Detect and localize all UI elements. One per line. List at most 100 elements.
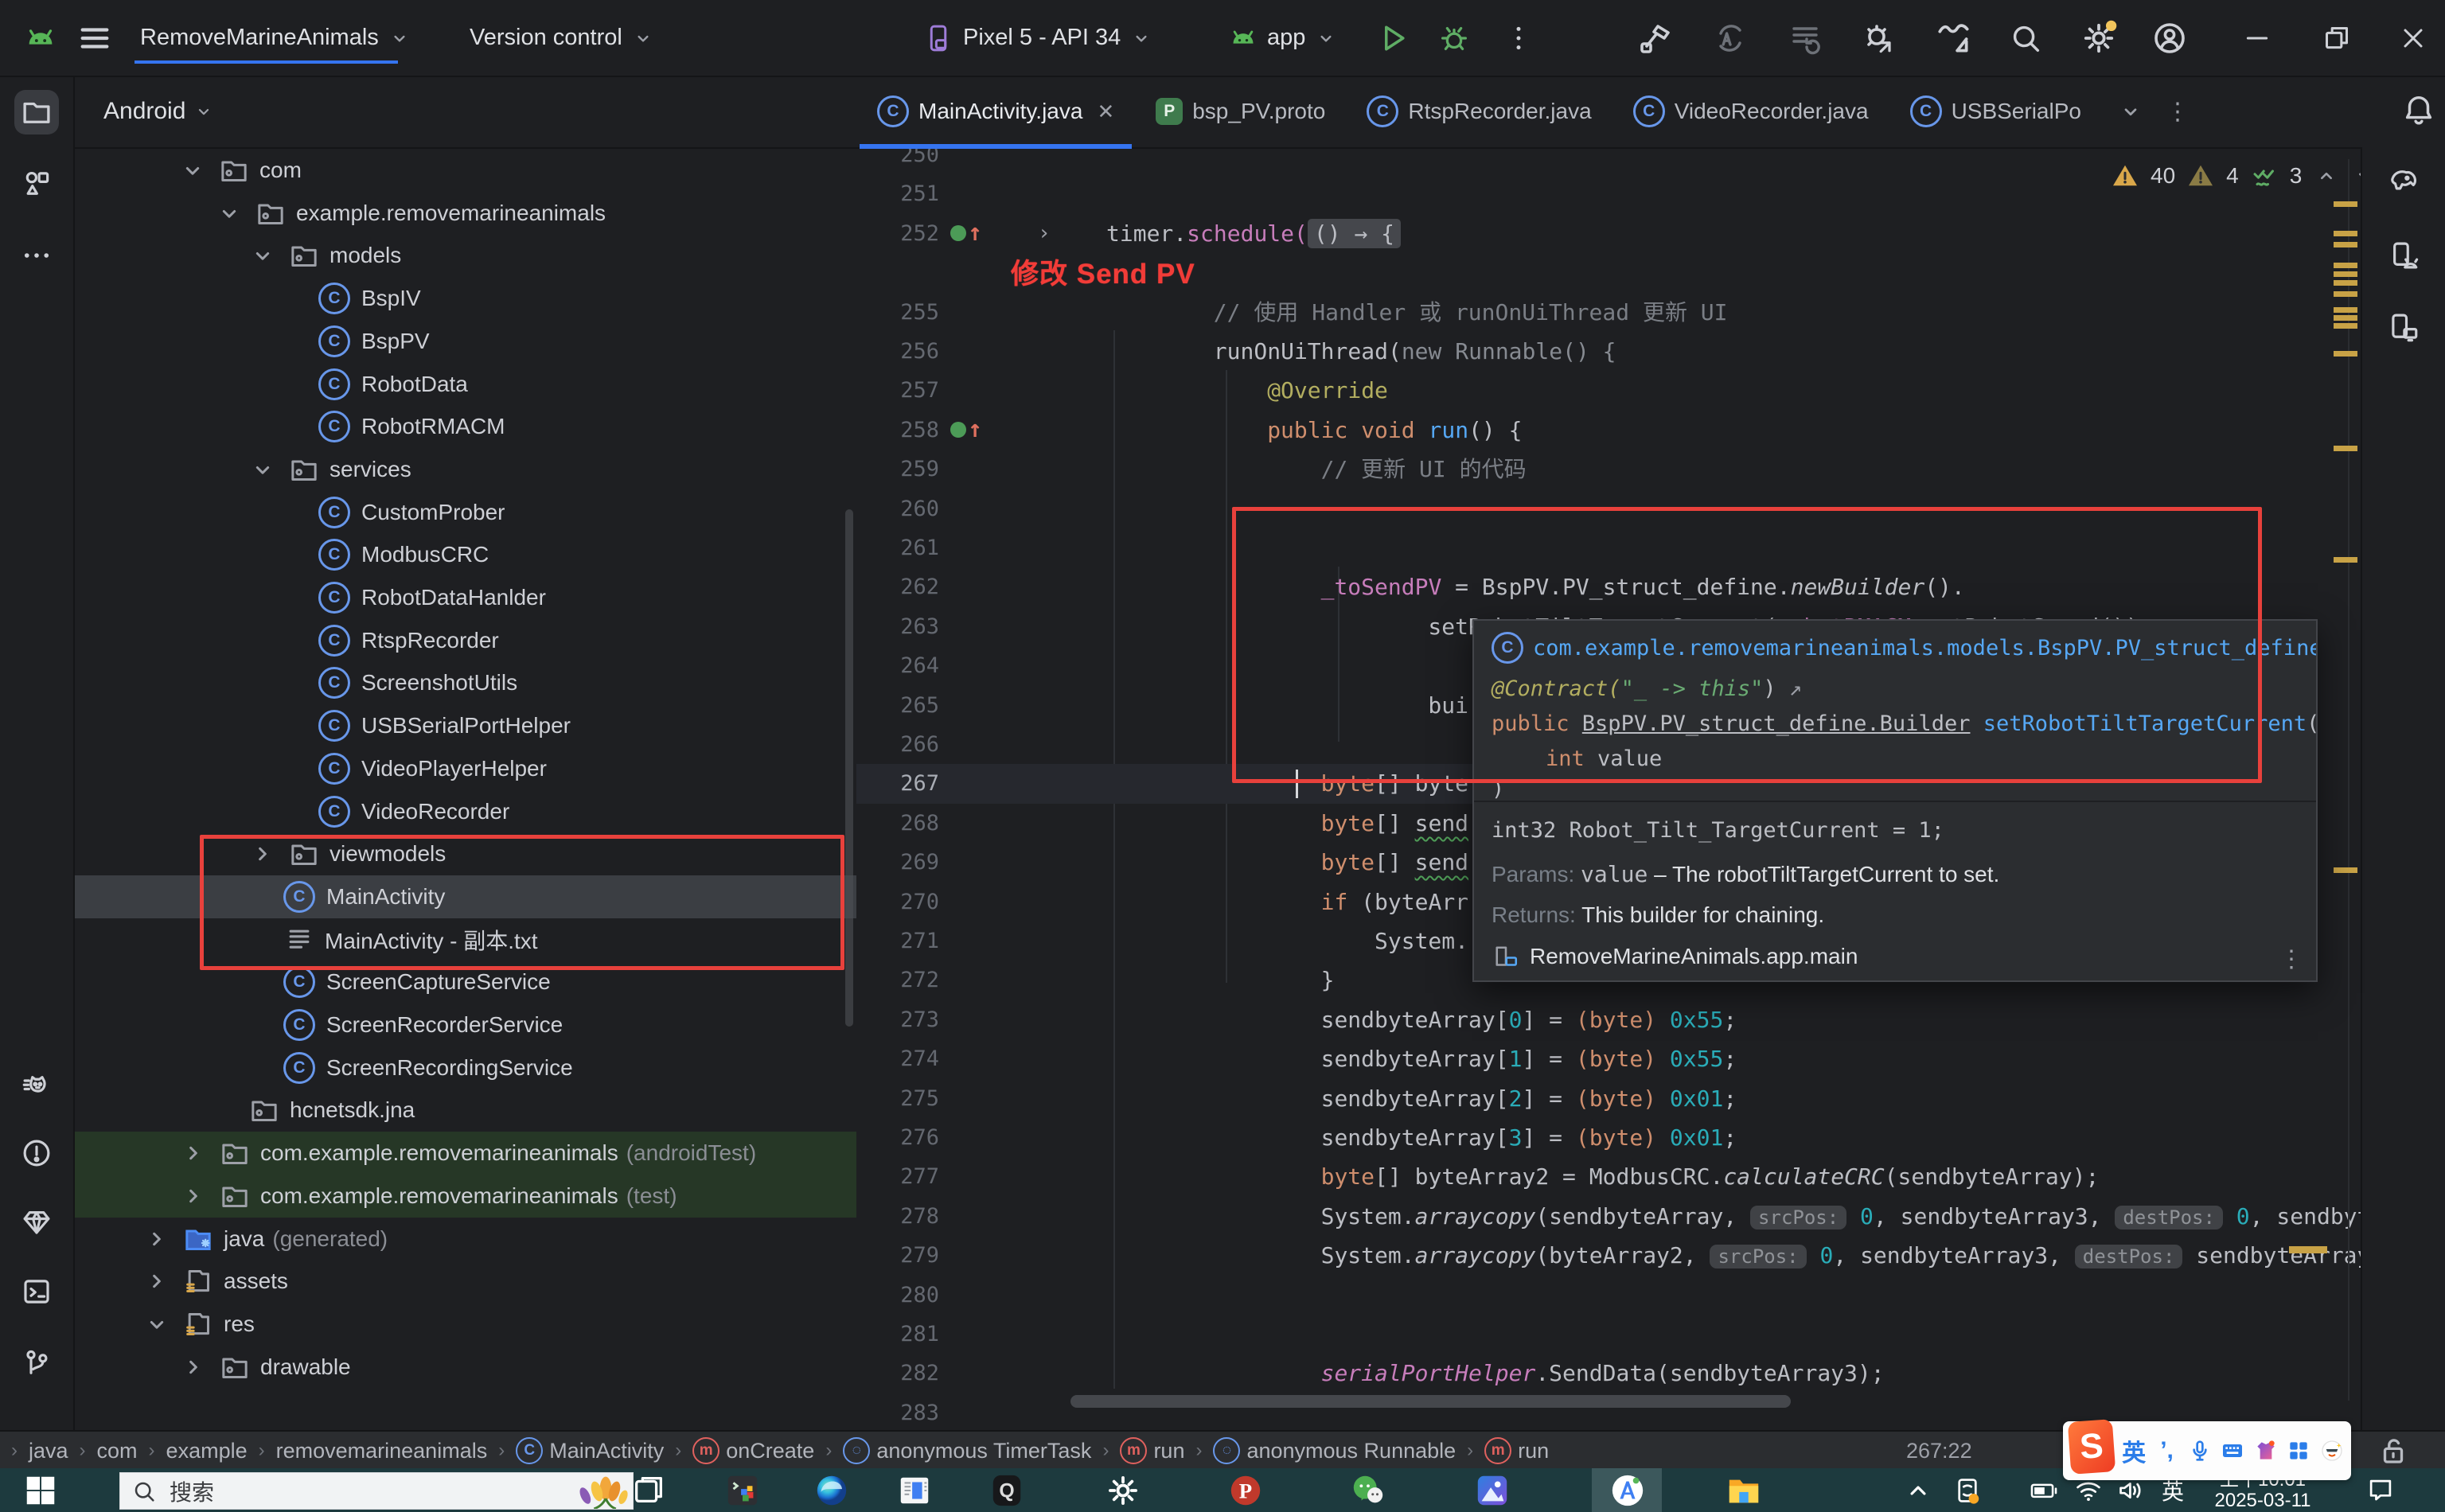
- code-line-258[interactable]: 258↑public void run() {: [856, 411, 2313, 450]
- build-variants-button[interactable]: [1786, 0, 1824, 76]
- tree-item-com.example.removemarineanimals[interactable]: com.example.removemarineanimals(androidT…: [73, 1132, 856, 1175]
- terminal-button[interactable]: [14, 1269, 59, 1314]
- tray-expand-button[interactable]: [1901, 1468, 1936, 1512]
- breadcrumb-anonymous-TimerTask[interactable]: ◌anonymous TimerTask: [843, 1437, 1091, 1464]
- code-line-275[interactable]: 275sendbyteArray[2] = (byte) 0x01;: [856, 1079, 2313, 1118]
- psiphon-button[interactable]: P: [1226, 1468, 1265, 1512]
- prev-problem-icon[interactable]: [2313, 162, 2340, 189]
- cursor-position[interactable]: 267:22: [1906, 1439, 1972, 1463]
- tab-options-icon[interactable]: ⋮: [2166, 98, 2190, 126]
- editor-horizontal-scrollbar[interactable]: [1070, 1395, 1791, 1408]
- project-tool-button[interactable]: [14, 90, 59, 134]
- settings-app-button[interactable]: [1103, 1468, 1143, 1512]
- tree-item-ScreenRecorderService[interactable]: CScreenRecorderService: [73, 1003, 856, 1046]
- fold-chevron-icon[interactable]: ›: [1038, 214, 1051, 253]
- tree-item-USBSerialPortHelper[interactable]: CUSBSerialPortHelper: [73, 704, 856, 747]
- logcat-button[interactable]: [14, 1064, 59, 1109]
- breadcrumb-java[interactable]: java: [29, 1439, 68, 1463]
- device-selector[interactable]: Pixel 5 - API 34: [922, 0, 1154, 76]
- warning-stripe-mark[interactable]: [2334, 867, 2357, 873]
- code-line-276[interactable]: 276sendbyteArray[3] = (byte) 0x01;: [856, 1118, 2313, 1157]
- warning-stripe-mark[interactable]: [2334, 315, 2357, 321]
- attach-debugger-button[interactable]: [1861, 0, 1899, 76]
- version-control-button[interactable]: [14, 1341, 59, 1385]
- chevron-down-icon[interactable]: [247, 454, 279, 485]
- start-button[interactable]: [13, 1468, 68, 1512]
- breadcrumb-example[interactable]: example: [166, 1439, 248, 1463]
- chevron-down-icon[interactable]: [213, 197, 245, 229]
- sync-button[interactable]: [1711, 0, 1749, 76]
- ime-keyboard-icon[interactable]: [2220, 1435, 2245, 1467]
- tree-item-example.removemarineanimals[interactable]: example.removemarineanimals: [73, 192, 856, 235]
- tree-item-ScreenshotUtils[interactable]: CScreenshotUtils: [73, 661, 856, 704]
- chevron-right-icon[interactable]: [177, 1137, 209, 1169]
- breadcrumb-com[interactable]: com: [97, 1439, 138, 1463]
- task-view-button[interactable]: [629, 1468, 669, 1512]
- tree-item-ScreenRecordingService[interactable]: CScreenRecordingService: [73, 1046, 856, 1089]
- wechat-button[interactable]: [1348, 1468, 1388, 1512]
- gradle-button[interactable]: [2381, 160, 2426, 205]
- search-everywhere-button[interactable]: [2007, 0, 2044, 76]
- hidden-tabs-chevron-icon[interactable]: [2116, 97, 2145, 126]
- tree-item-VideoPlayerHelper[interactable]: CVideoPlayerHelper: [73, 747, 856, 790]
- tab-MainActivity.java[interactable]: CMainActivity.java✕: [856, 76, 1135, 147]
- warning-stripe-mark[interactable]: [2334, 231, 2357, 236]
- resource-manager-button[interactable]: [14, 162, 59, 206]
- tree-item-java[interactable]: java(generated): [73, 1218, 856, 1261]
- code-line-259[interactable]: 259// 更新 UI 的代码: [856, 450, 2313, 489]
- tree-item-ModbusCRC[interactable]: CModbusCRC: [73, 533, 856, 576]
- project-selector[interactable]: RemoveMarineAnimals: [140, 0, 412, 76]
- tree-item-services[interactable]: services: [73, 448, 856, 491]
- code-line-279[interactable]: 279System.arraycopy(byteArray2, srcPos: …: [856, 1236, 2313, 1275]
- tree-item-BspIV[interactable]: CBspIV: [73, 277, 856, 320]
- breadcrumb-removemarineanimals[interactable]: removemarineanimals: [276, 1439, 488, 1463]
- tree-item-hcnetsdk.jna[interactable]: hcnetsdk.jna: [73, 1089, 856, 1132]
- more-tool-windows-button[interactable]: [14, 233, 59, 278]
- ime-toolbox-icon[interactable]: [2286, 1435, 2311, 1467]
- minimize-button[interactable]: [2241, 0, 2273, 76]
- main-menu-button[interactable]: [76, 0, 113, 76]
- android-studio-button[interactable]: [1608, 1468, 1648, 1512]
- close-tab-icon[interactable]: ✕: [1097, 99, 1114, 124]
- override-marker-icon[interactable]: ↑: [950, 220, 982, 247]
- tree-item-BspPV[interactable]: CBspPV: [73, 320, 856, 363]
- warning-stripe-mark[interactable]: [2334, 242, 2357, 247]
- profiler-button[interactable]: [1934, 0, 1974, 76]
- chevron-down-icon[interactable]: [141, 1308, 173, 1340]
- tree-item-res[interactable]: res: [73, 1303, 856, 1346]
- notifications-button[interactable]: [2400, 92, 2439, 130]
- code-line-280[interactable]: 280: [856, 1276, 2313, 1315]
- chevron-right-icon[interactable]: [177, 1180, 209, 1212]
- code-line-277[interactable]: 277byte[] byteArray2 = ModbusCRC.calcula…: [856, 1157, 2313, 1196]
- chevron-right-icon[interactable]: [141, 1223, 173, 1255]
- app-quality-insights-button[interactable]: [14, 1199, 59, 1244]
- code-line-256[interactable]: 256runOnUiThread(new Runnable() {: [856, 332, 2313, 371]
- tree-item-VideoRecorder[interactable]: CVideoRecorder: [73, 790, 856, 833]
- problems-button[interactable]: [14, 1131, 59, 1175]
- file-explorer-button[interactable]: [1724, 1468, 1764, 1512]
- run-button[interactable]: [1375, 0, 1410, 76]
- tab-bsp_PV.proto[interactable]: Pbsp_PV.proto: [1135, 76, 1346, 147]
- tree-item-models[interactable]: models: [73, 234, 856, 277]
- code-line-255[interactable]: 255// 使用 Handler 或 runOnUiThread 更新 UI: [856, 293, 2313, 332]
- debug-button[interactable]: [1436, 0, 1472, 76]
- action-center-button[interactable]: [2361, 1468, 2400, 1512]
- breadcrumb-run[interactable]: mrun: [1120, 1437, 1184, 1464]
- breadcrumb-anonymous-Runnable[interactable]: ◌anonymous Runnable: [1213, 1437, 1456, 1464]
- warning-stripe-mark[interactable]: [2334, 201, 2357, 207]
- tree-item-com[interactable]: com: [73, 149, 856, 192]
- warning-stripe-mark[interactable]: [2334, 446, 2357, 451]
- chevron-down-icon[interactable]: [247, 240, 279, 271]
- tree-item-assets[interactable]: assets: [73, 1260, 856, 1303]
- ime-punctuation-toggle[interactable]: ’,: [2154, 1435, 2179, 1467]
- warning-stripe-mark[interactable]: [2334, 557, 2357, 563]
- code-line-274[interactable]: 274sendbyteArray[1] = (byte) 0x55;: [856, 1039, 2313, 1078]
- ime-toolbar[interactable]: S 英 ’,: [2063, 1421, 2351, 1480]
- popup-more-icon[interactable]: ⋮: [2279, 945, 2303, 973]
- warning-stripe-mark[interactable]: [2334, 280, 2357, 286]
- tree-item-com.example.removemarineanimals[interactable]: com.example.removemarineanimals(test): [73, 1175, 856, 1218]
- more-actions-button[interactable]: [1503, 0, 1534, 76]
- tree-item-RtspRecorder[interactable]: CRtspRecorder: [73, 619, 856, 662]
- settings-button[interactable]: [2079, 0, 2119, 76]
- warning-stripe-mark[interactable]: [2334, 263, 2357, 268]
